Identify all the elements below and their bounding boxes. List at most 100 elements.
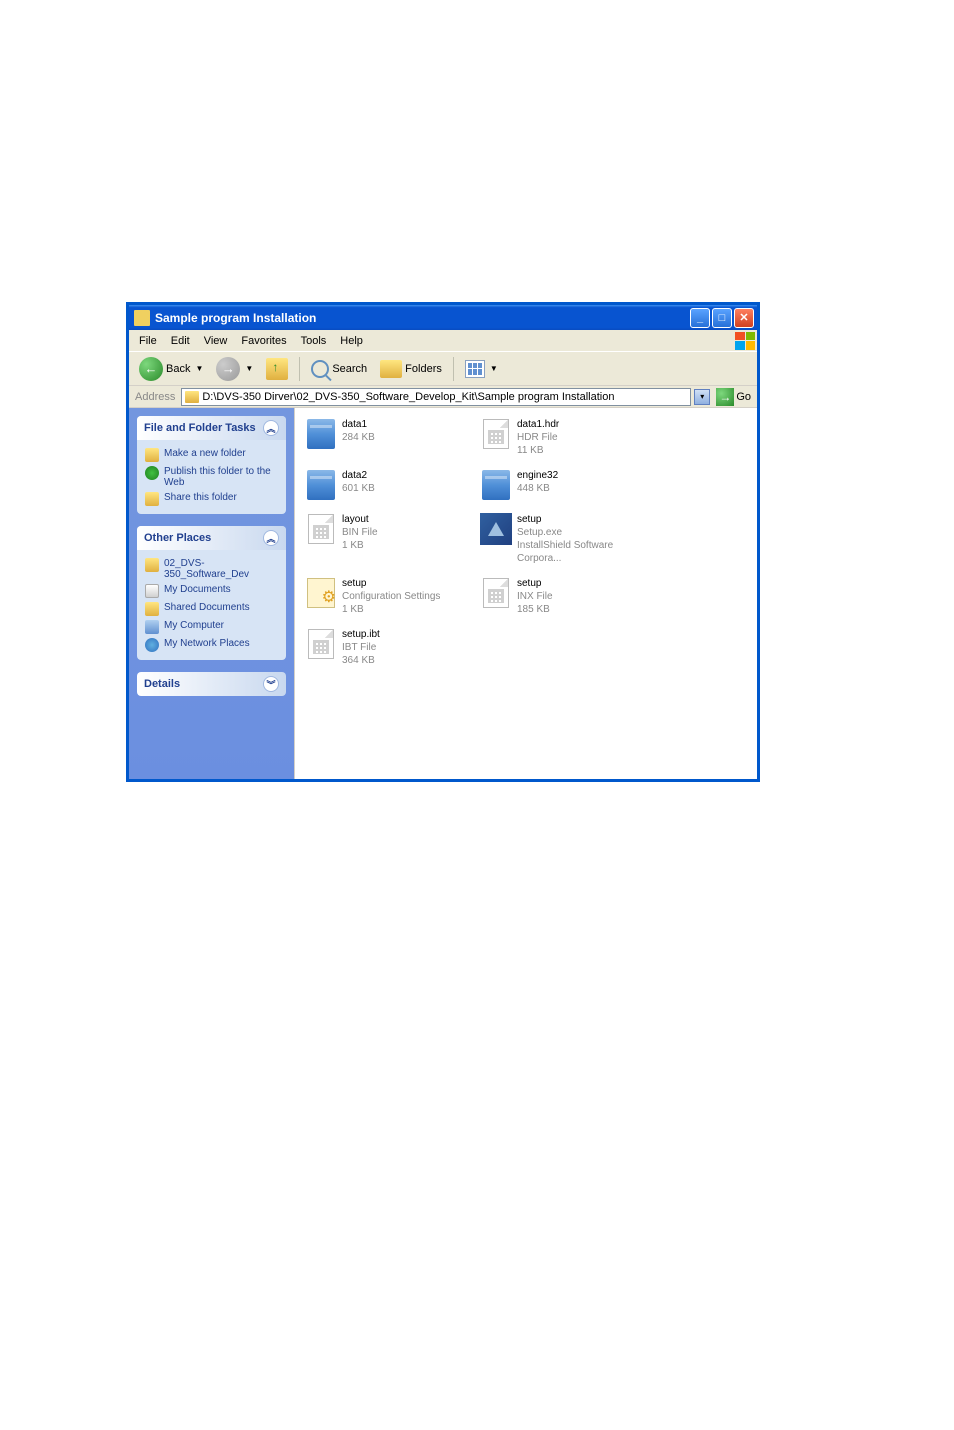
task-label: Share this folder [164,492,237,503]
place-label: My Computer [164,620,224,631]
file-name: setup [517,513,651,526]
place-label: Shared Documents [164,602,250,613]
file-item[interactable]: setupSetup.exeInstallShield Software Cor… [478,511,653,567]
places-header[interactable]: Other Places ︽ [137,526,286,550]
installer-icon [480,513,512,545]
address-dropdown[interactable]: ▾ [694,389,710,405]
file-item[interactable]: data2601 KB [303,467,478,503]
place-item[interactable]: Shared Documents [145,600,278,618]
file-meta: IBT File [342,641,380,654]
file-item[interactable]: setupConfiguration Settings1 KB [303,575,478,618]
file-meta: HDR File [517,431,559,444]
collapse-icon[interactable]: ︽ [263,530,279,546]
menu-edit[interactable]: Edit [164,332,197,350]
titlebar[interactable]: Sample program Installation _ □ ✕ [129,305,757,330]
task-item[interactable]: Share this folder [145,490,278,508]
file-name: setup.ibt [342,628,380,641]
folder-icon [185,391,199,403]
close-button[interactable]: ✕ [734,308,754,328]
place-item[interactable]: My Documents [145,582,278,600]
folders-button[interactable]: Folders [375,358,447,380]
toolbar: ← Back ▼ → ▼ Search Folders ▼ [129,352,757,386]
file-item[interactable]: data1.hdrHDR File11 KB [478,416,653,459]
details-header[interactable]: Details ︾ [137,672,286,696]
file-name: data1 [342,418,375,431]
file-item[interactable]: engine32448 KB [478,467,653,503]
address-input[interactable]: D:\DVS-350 Dirver\02_DVS-350_Software_De… [181,388,691,406]
file-item[interactable]: setupINX File185 KB [478,575,653,618]
place-label: My Network Places [164,638,250,649]
place-item[interactable]: 02_DVS-350_Software_Dev [145,556,278,582]
menu-file[interactable]: File [132,332,164,350]
file-meta: InstallShield Software Corpora... [517,539,651,565]
dropdown-icon: ▼ [490,364,498,373]
separator [299,357,300,381]
document-icon [308,514,334,544]
task-label: Publish this folder to the Web [164,466,278,488]
details-panel: Details ︾ [137,672,286,696]
file-meta: Configuration Settings [342,590,440,603]
search-button[interactable]: Search [306,358,372,380]
file-meta: 11 KB [517,444,559,457]
views-button[interactable]: ▼ [460,358,503,380]
file-meta: 1 KB [342,539,378,552]
up-button[interactable] [261,356,293,382]
menu-view[interactable]: View [197,332,235,350]
file-name: data2 [342,469,375,482]
file-meta: 1 KB [342,603,440,616]
back-icon: ← [139,357,163,381]
cabinet-icon [307,419,335,449]
place-icon [145,584,159,598]
go-button[interactable]: → Go [713,388,754,406]
file-item[interactable]: data1284 KB [303,416,478,459]
dropdown-icon: ▼ [245,364,253,373]
menubar: File Edit View Favorites Tools Help [129,330,757,352]
address-path: D:\DVS-350 Dirver\02_DVS-350_Software_De… [202,391,614,403]
document-icon [483,578,509,608]
place-icon [145,620,159,634]
explorer-window: Sample program Installation _ □ ✕ File E… [126,302,760,782]
place-item[interactable]: My Computer [145,618,278,636]
document-icon [483,419,509,449]
search-icon [311,360,329,378]
forward-button[interactable]: → ▼ [211,355,258,383]
place-item[interactable]: My Network Places [145,636,278,654]
folder-icon [134,310,150,326]
place-icon [145,602,159,616]
back-button[interactable]: ← Back ▼ [134,355,208,383]
cabinet-icon [482,470,510,500]
file-list[interactable]: data1284 KBdata1.hdrHDR File11 KBdata260… [294,408,757,779]
tasks-header[interactable]: File and Folder Tasks ︽ [137,416,286,440]
file-item[interactable]: setup.ibtIBT File364 KB [303,626,478,669]
minimize-button[interactable]: _ [690,308,710,328]
expand-icon[interactable]: ︾ [263,676,279,692]
views-icon [465,360,485,378]
file-meta: 601 KB [342,482,375,495]
menu-tools[interactable]: Tools [294,332,334,350]
task-item[interactable]: Publish this folder to the Web [145,464,278,490]
folder-up-icon [266,358,288,380]
separator [453,357,454,381]
file-meta: 364 KB [342,654,380,667]
place-icon [145,638,159,652]
menu-help[interactable]: Help [333,332,370,350]
window-title: Sample program Installation [155,311,690,325]
file-name: layout [342,513,378,526]
file-name: data1.hdr [517,418,559,431]
sidebar: File and Folder Tasks ︽ Make a new folde… [129,408,294,779]
cabinet-icon [307,470,335,500]
address-label: Address [132,391,178,403]
task-icon [145,466,159,480]
task-icon [145,492,159,506]
place-label: 02_DVS-350_Software_Dev [164,558,278,580]
dropdown-icon: ▼ [195,364,203,373]
collapse-icon[interactable]: ︽ [263,420,279,436]
maximize-button[interactable]: □ [712,308,732,328]
file-name: setup [342,577,440,590]
file-meta: 448 KB [517,482,558,495]
menu-favorites[interactable]: Favorites [234,332,293,350]
task-item[interactable]: Make a new folder [145,446,278,464]
content-area: File and Folder Tasks ︽ Make a new folde… [129,408,757,779]
file-item[interactable]: layoutBIN File1 KB [303,511,478,567]
place-label: My Documents [164,584,231,595]
